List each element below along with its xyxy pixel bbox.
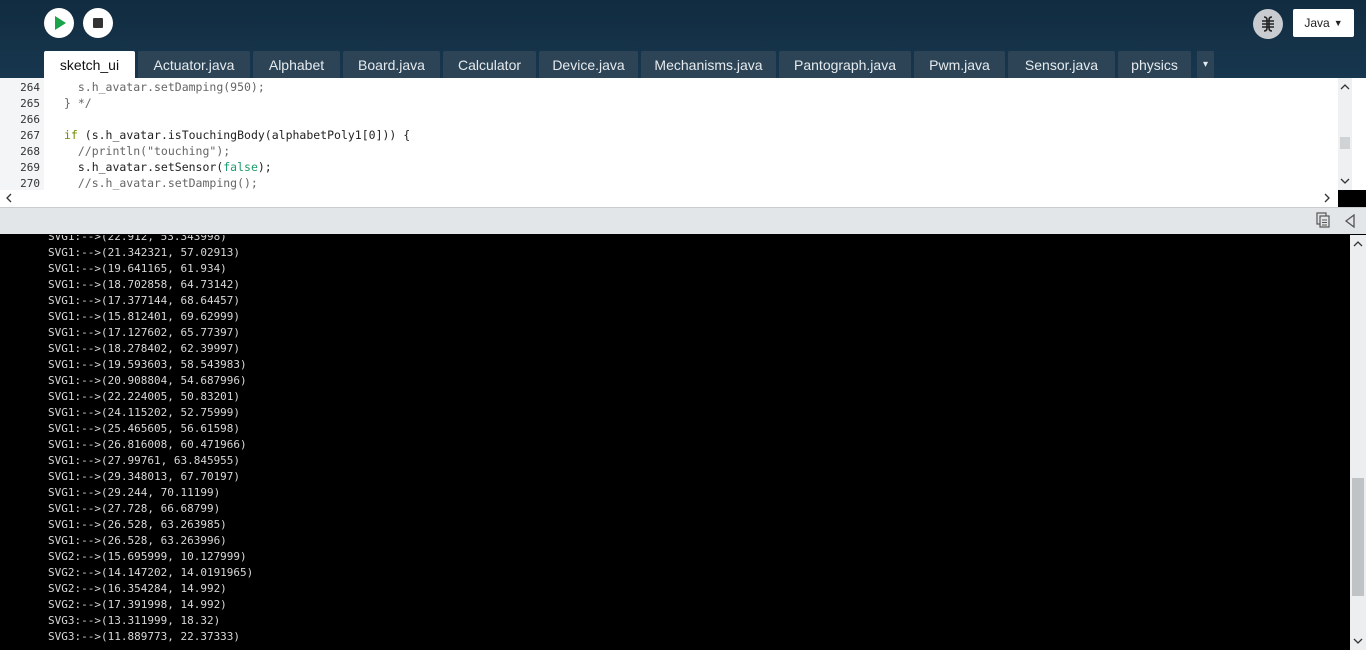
console-line: SVG1:-->(15.812401, 69.62999) bbox=[48, 310, 241, 323]
console-vertical-scrollbar[interactable] bbox=[1350, 235, 1366, 650]
debug-button[interactable] bbox=[1253, 9, 1283, 39]
console-line: SVG1:-->(29.244, 70.11199) bbox=[48, 486, 221, 499]
console-line: SVG2:-->(15.695999, 10.127999) bbox=[48, 550, 247, 563]
console-line: SVG2:-->(17.391998, 14.992) bbox=[48, 598, 227, 611]
line-number: 264 bbox=[20, 81, 40, 94]
scroll-up-icon[interactable] bbox=[1353, 239, 1363, 249]
scroll-down-icon[interactable] bbox=[1340, 176, 1350, 186]
line-number: 269 bbox=[20, 161, 40, 174]
stop-icon bbox=[93, 18, 103, 28]
copy-icon[interactable] bbox=[1316, 212, 1330, 228]
mode-selector[interactable]: Java ▼ bbox=[1293, 9, 1354, 37]
tab-board[interactable]: Board.java bbox=[343, 51, 440, 78]
code-line: s.h_avatar.setDamping(950); bbox=[64, 80, 265, 94]
console-line: SVG1:-->(20.908804, 54.687996) bbox=[48, 374, 247, 387]
line-number: 270 bbox=[20, 177, 40, 190]
line-number: 267 bbox=[20, 129, 40, 142]
scroll-down-icon[interactable] bbox=[1353, 636, 1363, 646]
console-line: SVG1:-->(22.912, 53.343998) bbox=[48, 235, 227, 243]
console-line: SVG1:-->(19.593603, 58.543983) bbox=[48, 358, 247, 371]
editor-tabs: sketch_ui Actuator.java Alphabet Board.j… bbox=[44, 51, 1191, 78]
collapse-console-icon[interactable] bbox=[1344, 214, 1356, 228]
line-number: 268 bbox=[20, 145, 40, 158]
console-line: SVG3:-->(13.311999, 18.32) bbox=[48, 614, 221, 627]
console-line: SVG1:-->(22.224005, 50.83201) bbox=[48, 390, 241, 403]
tab-device[interactable]: Device.java bbox=[539, 51, 638, 78]
code-text: ); bbox=[257, 160, 272, 174]
scroll-up-icon[interactable] bbox=[1340, 82, 1350, 92]
tab-sensor[interactable]: Sensor.java bbox=[1008, 51, 1115, 78]
line-number: 265 bbox=[20, 97, 40, 110]
console-line: SVG1:-->(26.528, 63.263996) bbox=[48, 534, 227, 547]
console-line: SVG1:-->(25.465605, 56.61598) bbox=[48, 422, 241, 435]
console-line: SVG1:-->(26.816008, 60.471966) bbox=[48, 438, 247, 451]
debugger-icon bbox=[1262, 16, 1274, 32]
tab-pwm[interactable]: Pwm.java bbox=[914, 51, 1005, 78]
code-line: } */ bbox=[64, 96, 92, 110]
tab-mechanisms[interactable]: Mechanisms.java bbox=[641, 51, 776, 78]
console-output: SVG1:-->(22.912, 53.343998) SVG1:-->(21.… bbox=[0, 235, 1350, 650]
console-line: SVG1:-->(19.641165, 61.934) bbox=[48, 262, 227, 275]
tab-menu-button[interactable]: ▾ bbox=[1197, 51, 1214, 78]
scrollbar-thumb[interactable] bbox=[1340, 137, 1350, 149]
console-line: SVG3:-->(11.889773, 22.37333) bbox=[48, 630, 241, 643]
console-line: SVG2:-->(16.354284, 14.992) bbox=[48, 582, 227, 595]
console-line: SVG1:-->(29.348013, 67.70197) bbox=[48, 470, 241, 483]
code-line: s.h_avatar.setSensor(false); bbox=[64, 160, 272, 174]
caret-down-icon: ▼ bbox=[1333, 18, 1343, 28]
code-keyword: if bbox=[64, 128, 78, 142]
console-line: SVG1:-->(27.728, 66.68799) bbox=[48, 502, 221, 515]
code-line: //s.h_avatar.setDamping(); bbox=[64, 176, 258, 190]
run-button[interactable] bbox=[44, 8, 74, 38]
tab-pantograph[interactable]: Pantograph.java bbox=[779, 51, 911, 78]
tab-actuator[interactable]: Actuator.java bbox=[138, 51, 250, 78]
tab-alphabet[interactable]: Alphabet bbox=[253, 51, 340, 78]
mode-label: Java bbox=[1304, 16, 1330, 30]
code-line: if (s.h_avatar.isTouchingBody(alphabetPo… bbox=[64, 128, 410, 142]
tab-physics[interactable]: physics bbox=[1118, 51, 1191, 78]
console-line: SVG1:-->(18.278402, 62.39997) bbox=[48, 342, 241, 355]
line-number: 266 bbox=[20, 113, 40, 126]
console-line: SVG1:-->(17.127602, 65.77397) bbox=[48, 326, 241, 339]
tab-sketch-ui[interactable]: sketch_ui bbox=[44, 51, 135, 78]
console-line: SVG1:-->(17.377144, 68.64457) bbox=[48, 294, 241, 307]
editor-horizontal-scrollbar[interactable] bbox=[0, 190, 1338, 207]
editor-vertical-scrollbar[interactable] bbox=[1338, 78, 1352, 190]
scrollbar-thumb[interactable] bbox=[1352, 478, 1364, 596]
console-line: SVG1:-->(18.702858, 64.73142) bbox=[48, 278, 241, 291]
code-text: s.h_avatar.setSensor( bbox=[64, 160, 224, 174]
scroll-right-icon[interactable] bbox=[1322, 193, 1332, 203]
tab-calculator[interactable]: Calculator bbox=[443, 51, 536, 78]
console-header bbox=[0, 207, 1366, 234]
line-gutter: 264 265 266 267 268 269 270 bbox=[0, 78, 44, 190]
code-line: //println("touching"); bbox=[64, 144, 231, 158]
code-editor[interactable]: 264 265 266 267 268 269 270 s.h_avatar.s… bbox=[0, 78, 1366, 190]
play-icon bbox=[55, 16, 66, 30]
console-line: SVG1:-->(24.115202, 52.75999) bbox=[48, 406, 241, 419]
code-literal: false bbox=[223, 160, 258, 174]
console-line: SVG1:-->(21.342321, 57.02913) bbox=[48, 246, 241, 259]
code-text: (s.h_avatar.isTouchingBody(alphabetPoly1… bbox=[77, 128, 411, 142]
console-line: SVG2:-->(14.147202, 14.0191965) bbox=[48, 566, 254, 579]
stop-button[interactable] bbox=[83, 8, 113, 38]
console-line: SVG1:-->(26.528, 63.263985) bbox=[48, 518, 227, 531]
console-line: SVG1:-->(27.99761, 63.845955) bbox=[48, 454, 241, 467]
scroll-left-icon[interactable] bbox=[4, 193, 14, 203]
